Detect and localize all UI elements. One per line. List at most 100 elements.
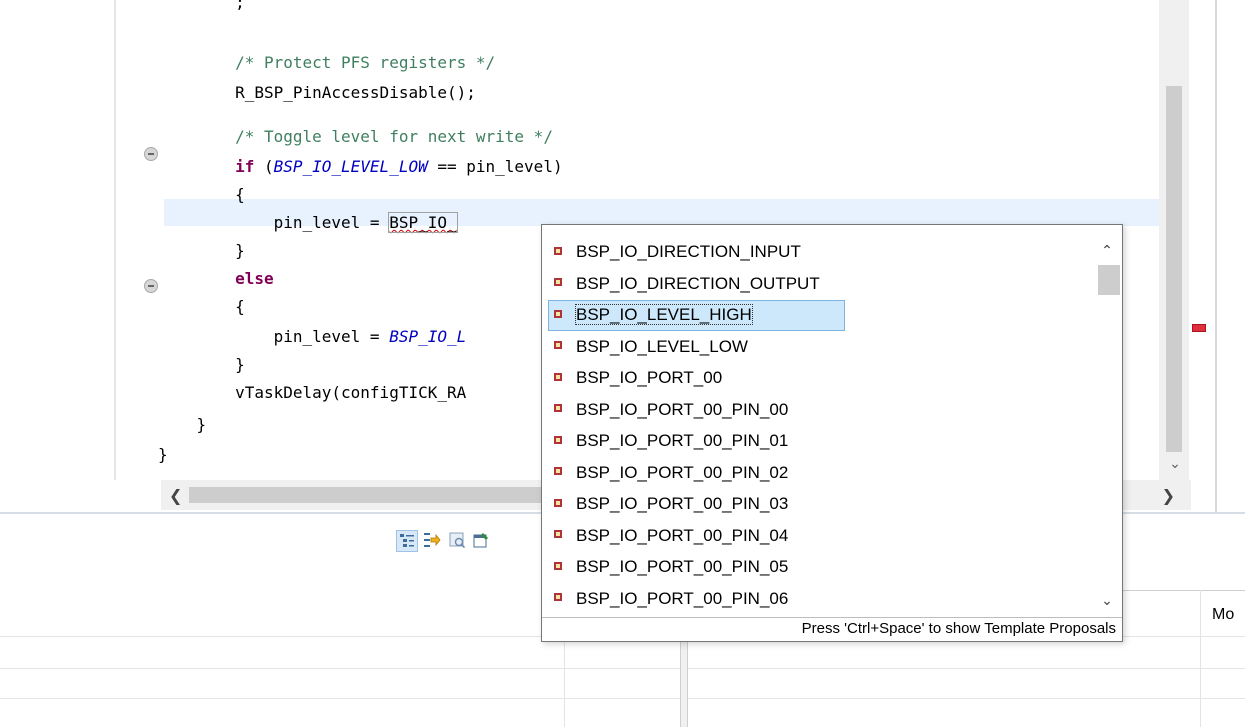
macro-token: BSP_IO_L — [389, 327, 467, 346]
filter-icon[interactable] — [446, 530, 468, 552]
proposal-item[interactable]: BSP_IO_PORT_00_PIN_04 — [554, 521, 788, 551]
code-token: vTaskDelay(configTICK_RA — [158, 383, 467, 402]
define-macro-icon — [554, 498, 562, 507]
scroll-down-arrow-icon[interactable]: ⌄ — [1167, 456, 1183, 472]
code-line[interactable]: pin_level = BSP_IO_L — [158, 322, 467, 352]
define-macro-icon — [554, 435, 562, 444]
code-line[interactable]: pin_level = BSP_IO_ — [158, 208, 458, 238]
table-gridline — [688, 668, 1245, 669]
proposal-item[interactable]: BSP_IO_PORT_00_PIN_03 — [554, 489, 788, 519]
table-gridline — [688, 698, 1245, 699]
code-token: } — [158, 241, 245, 260]
keyword-token: else — [158, 269, 274, 288]
code-line[interactable]: /* Protect PFS registers */ — [158, 48, 495, 78]
proposal-scrollbar-thumb[interactable] — [1098, 265, 1120, 295]
fold-collapse-icon[interactable] — [144, 279, 158, 293]
proposal-item[interactable]: BSP_IO_LEVEL_HIGH — [554, 300, 753, 330]
define-macro-icon — [554, 278, 562, 287]
define-macro-icon — [554, 309, 562, 318]
code-line[interactable]: else — [158, 264, 274, 294]
code-token: { — [158, 185, 245, 204]
code-token: } — [158, 445, 168, 464]
code-line[interactable]: /* Toggle level for next write */ — [158, 122, 553, 152]
code-line[interactable]: vTaskDelay(configTICK_RA — [158, 378, 466, 408]
edit-icon[interactable] — [470, 530, 492, 552]
proposal-list[interactable]: BSP_IO_DIRECTION_INPUT BSP_IO_DIRECTION_O… — [542, 225, 1122, 617]
proposal-item[interactable]: BSP_IO_PORT_00 — [554, 363, 722, 393]
horizontal-scrollbar-thumb[interactable] — [189, 487, 549, 503]
proposal-label: BSP_IO_PORT_00_PIN_05 — [576, 557, 789, 576]
code-line[interactable]: } — [158, 410, 207, 440]
proposal-label: BSP_IO_PORT_00_PIN_03 — [576, 494, 789, 513]
scroll-up-arrow-icon[interactable]: ⌃ — [1099, 243, 1115, 259]
scroll-down-arrow-icon[interactable]: ⌄ — [1099, 593, 1115, 609]
keyword-token: if — [235, 157, 255, 176]
define-macro-icon — [554, 341, 562, 350]
code-token: } — [158, 415, 207, 434]
code-line[interactable]: { — [158, 180, 245, 210]
right-panel-edge — [1215, 0, 1245, 512]
comment-token: /* Toggle level for next write */ — [158, 127, 553, 146]
code-token: pin_level = — [158, 327, 390, 346]
code-line[interactable]: } — [158, 350, 245, 380]
code-line[interactable]: } — [158, 440, 168, 470]
code-line[interactable]: } — [158, 236, 245, 266]
code-token: pin_level = — [158, 213, 390, 232]
scroll-left-arrow-icon[interactable]: ❮ — [169, 486, 182, 505]
code-token: R_BSP_PinAccessDisable(); — [158, 83, 476, 102]
proposal-item[interactable]: BSP_IO_LEVEL_LOW — [554, 332, 748, 362]
code-line[interactable]: ; — [158, 0, 245, 18]
macro-token: BSP_IO_LEVEL_LOW — [273, 157, 428, 176]
proposal-label: BSP_IO_DIRECTION_OUTPUT — [576, 273, 820, 293]
code-token: { — [158, 297, 245, 316]
proposal-item[interactable]: BSP_IO_DIRECTION_INPUT — [554, 237, 801, 267]
editor-margin — [0, 0, 116, 512]
vertical-scrollbar[interactable] — [1159, 0, 1189, 480]
code-line[interactable]: { — [158, 292, 245, 322]
sync-icon[interactable] — [420, 530, 442, 552]
proposal-label: BSP_IO_PORT_00_PIN_00 — [576, 399, 789, 419]
tree-view-icon[interactable] — [396, 530, 418, 552]
code-token: ; — [158, 0, 245, 12]
comment-token: /* Protect PFS registers */ — [158, 53, 496, 72]
proposal-item[interactable]: BSP_IO_DIRECTION_OUTPUT — [554, 269, 820, 299]
vertical-scrollbar-thumb[interactable] — [1166, 86, 1182, 452]
error-token: BSP_IO_ — [388, 212, 458, 233]
define-macro-icon — [554, 372, 562, 381]
proposal-item[interactable]: BSP_IO_PORT_00_PIN_02 — [554, 458, 788, 488]
code-token: ( — [254, 157, 274, 176]
code-line[interactable]: R_BSP_PinAccessDisable(); — [158, 78, 476, 108]
table-gridline — [0, 698, 680, 699]
code-token: == pin_level) — [427, 157, 563, 176]
scroll-right-arrow-icon[interactable]: ❯ — [1162, 486, 1175, 505]
overview-ruler — [1189, 0, 1215, 512]
define-macro-icon — [554, 530, 562, 539]
content-assist-status-bar: Press 'Ctrl+Space' to show Template Prop… — [542, 617, 1122, 641]
table-gridline — [0, 668, 680, 669]
proposal-label: BSP_IO_PORT_00 — [576, 368, 723, 387]
proposal-label: BSP_IO_PORT_00_PIN_06 — [576, 588, 789, 608]
proposal-item[interactable]: BSP_IO_PORT_00_PIN_06 — [554, 584, 788, 614]
table-column-divider — [1200, 590, 1201, 727]
fold-collapse-icon[interactable] — [144, 147, 158, 161]
code-line[interactable]: if (BSP_IO_LEVEL_LOW == pin_level) — [158, 152, 563, 182]
status-hint: Press 'Ctrl+Space' to show Template Prop… — [801, 620, 1116, 637]
define-macro-icon — [554, 404, 562, 413]
proposal-label: BSP_IO_LEVEL_HIGH — [575, 304, 753, 325]
proposal-label: BSP_IO_PORT_00_PIN_01 — [576, 431, 789, 450]
define-macro-icon — [554, 246, 562, 255]
column-header[interactable]: Mo — [1212, 606, 1234, 624]
proposal-label: BSP_IO_PORT_00_PIN_04 — [576, 525, 789, 545]
proposal-item[interactable]: BSP_IO_PORT_00_PIN_01 — [554, 426, 788, 456]
define-macro-icon — [554, 561, 562, 570]
proposal-item[interactable]: BSP_IO_PORT_00_PIN_00 — [554, 395, 788, 425]
proposal-item[interactable]: BSP_IO_PORT_00_PIN_05 — [554, 552, 788, 582]
proposal-label: BSP_IO_LEVEL_LOW — [576, 336, 748, 356]
define-macro-icon — [554, 467, 562, 476]
error-marker-icon[interactable] — [1192, 324, 1206, 332]
content-assist-popup[interactable]: BSP_IO_DIRECTION_INPUT BSP_IO_DIRECTION_O… — [541, 224, 1123, 642]
proposal-label: BSP_IO_DIRECTION_INPUT — [576, 242, 801, 261]
proposal-label: BSP_IO_PORT_00_PIN_02 — [576, 462, 789, 482]
code-token: } — [158, 355, 245, 374]
